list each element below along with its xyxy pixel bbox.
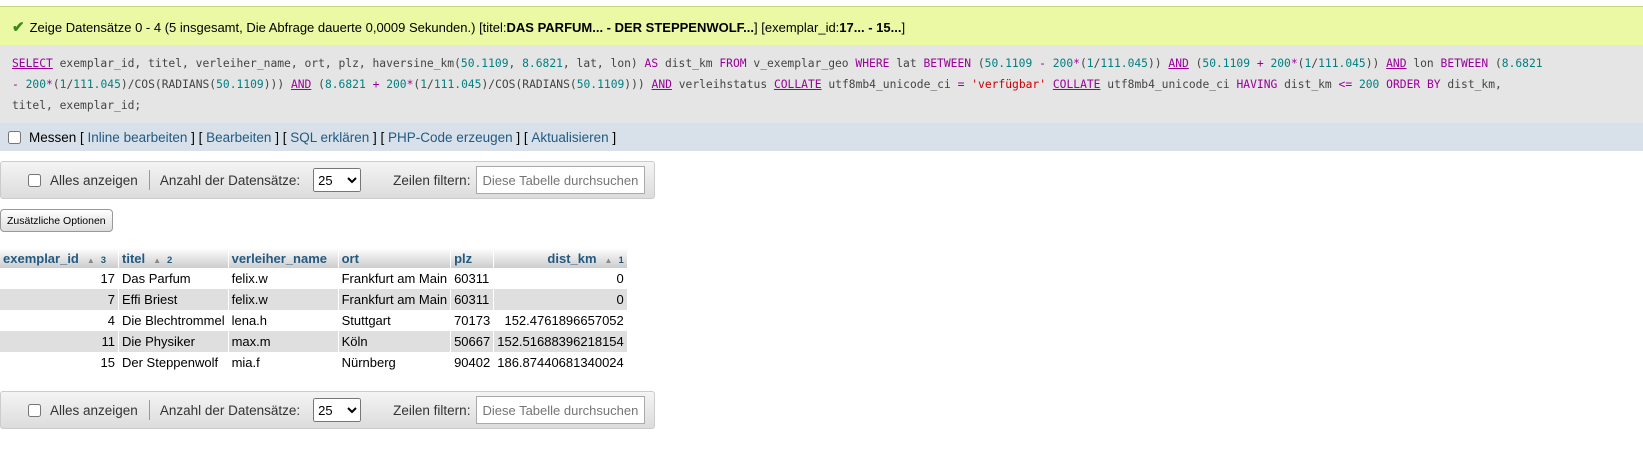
profiling-checkbox[interactable] xyxy=(8,130,21,144)
table-row[interactable]: 11 Die Physiker max.m Köln 50667 152.51688396… xyxy=(0,331,628,352)
cell-ort: Köln xyxy=(338,331,452,352)
table-row[interactable]: 17 Das Parfum felix.w Frankfurt am Main 6031… xyxy=(0,268,628,289)
check-icon: ✔ xyxy=(12,19,25,36)
cell-verleiher-name: max.m xyxy=(228,331,339,352)
cell-ort: Nürnberg xyxy=(338,352,452,373)
message-suffix: ] xyxy=(901,19,906,35)
navigation-bar-bottom: Alles anzeigen Anzahl der Datensätze: 25… xyxy=(0,391,655,429)
divider xyxy=(148,170,150,190)
filter-label: Zeilen filtern: xyxy=(393,402,471,418)
show-all-label: Alles anzeigen xyxy=(50,402,138,418)
cell-ort: Frankfurt am Main xyxy=(338,289,452,310)
extra-options-button[interactable]: Zusätzliche Optionen xyxy=(0,209,113,232)
cell-titel: Der Steppenwolf xyxy=(118,352,229,373)
sql-line-2: - 200*(1/111.045)/COS(RADIANS(50.1109)))… xyxy=(12,78,1502,91)
cell-exemplar-id: 4 xyxy=(0,310,119,331)
show-all-checkbox[interactable] xyxy=(28,173,41,187)
table-row[interactable]: 15 Der Steppenwolf mia.f Nürnberg 90402 186.8… xyxy=(0,352,628,373)
cell-plz: 90402 xyxy=(450,352,495,373)
edit-link[interactable]: Bearbeiten xyxy=(206,130,271,145)
rows-select[interactable]: 25 xyxy=(313,168,362,192)
rows-label: Anzahl der Datensätze: xyxy=(159,402,301,418)
rows-label: Anzahl der Datensätze: xyxy=(159,172,301,188)
cell-plz: 70173 xyxy=(450,310,495,331)
cell-verleiher-name: mia.f xyxy=(228,352,339,373)
table-header-row: exemplar_id ▲ 3 titel ▲ 2 verleiher_name ort… xyxy=(0,248,628,268)
message-titel-range: DAS PARFUM... - DER STEPPENWOLF... xyxy=(506,19,755,35)
table-row[interactable]: 4 Die Blechtrommel lena.h Stuttgart 70173 152… xyxy=(0,310,628,331)
cell-verleiher-name: felix.w xyxy=(228,268,339,289)
cell-exemplar-id: 17 xyxy=(0,268,119,289)
cell-titel: Die Physiker xyxy=(118,331,229,352)
filter-input[interactable] xyxy=(476,396,646,424)
cell-exemplar-id: 15 xyxy=(0,352,119,373)
show-all-checkbox[interactable] xyxy=(28,403,41,417)
refresh-link[interactable]: Aktualisieren xyxy=(531,130,608,145)
rows-select[interactable]: 25 xyxy=(313,398,362,422)
cell-dist-km: 0 xyxy=(493,268,628,289)
cell-ort: Frankfurt am Main xyxy=(338,268,452,289)
cell-dist-km: 186.87440681340024 xyxy=(493,352,628,373)
cell-dist-km: 0 xyxy=(493,289,628,310)
message-prefix: Zeige Datensätze 0 - 4 (5 insgesamt, Die… xyxy=(29,19,507,35)
cell-titel: Das Parfum xyxy=(118,268,229,289)
column-header-titel[interactable]: titel ▲ 2 xyxy=(118,248,229,268)
cell-titel: Die Blechtrommel xyxy=(118,310,229,331)
inline-edit-link[interactable]: Inline bearbeiten xyxy=(88,130,188,145)
query-action-bar: Messen [ Inline bearbeiten ] [ Bearbeite… xyxy=(0,123,1643,151)
cell-exemplar-id: 11 xyxy=(0,331,119,352)
sql-line-1: SELECT exemplar_id, titel, verleiher_nam… xyxy=(12,57,1543,70)
cell-titel: Effi Briest xyxy=(118,289,229,310)
success-message: ✔ Zeige Datensätze 0 - 4 (5 insgesamt, D… xyxy=(0,6,1643,48)
filter-input[interactable] xyxy=(476,166,646,194)
sort-asc-icon: ▲ xyxy=(86,255,95,265)
cell-plz: 60311 xyxy=(450,289,495,310)
message-id-range: 17... - 15... xyxy=(839,19,902,35)
cell-ort: Stuttgart xyxy=(338,310,452,331)
table-row[interactable]: 7 Effi Briest felix.w Frankfurt am Main 6031… xyxy=(0,289,628,310)
column-header-ort[interactable]: ort xyxy=(338,248,452,268)
message-middle: ] [exemplar_id: xyxy=(754,19,840,35)
sort-asc-icon: ▲ xyxy=(604,255,613,265)
cell-plz: 50667 xyxy=(450,331,495,352)
column-header-dist-km[interactable]: dist_km ▲ 1 xyxy=(493,248,628,268)
php-code-link[interactable]: PHP-Code erzeugen xyxy=(388,130,513,145)
column-header-exemplar-id[interactable]: exemplar_id ▲ 3 xyxy=(0,248,119,268)
column-header-verleiher-name[interactable]: verleiher_name xyxy=(228,248,339,268)
sql-query: SELECT exemplar_id, titel, verleiher_nam… xyxy=(0,45,1643,123)
divider xyxy=(148,400,150,420)
sql-line-3: titel, exemplar_id; xyxy=(12,99,142,112)
cell-exemplar-id: 7 xyxy=(0,289,119,310)
show-all-label: Alles anzeigen xyxy=(50,172,138,188)
cell-dist-km: 152.51688396218154 xyxy=(493,331,628,352)
cell-verleiher-name: lena.h xyxy=(228,310,339,331)
filter-label: Zeilen filtern: xyxy=(393,172,471,188)
profiling-label: Messen xyxy=(29,129,77,145)
navigation-bar-top: Alles anzeigen Anzahl der Datensätze: 25… xyxy=(0,161,655,199)
cell-verleiher-name: felix.w xyxy=(228,289,339,310)
cell-dist-km: 152.4761896657052 xyxy=(493,310,628,331)
results-table: exemplar_id ▲ 3 titel ▲ 2 verleiher_name ort… xyxy=(0,248,628,373)
sort-asc-icon: ▲ xyxy=(153,255,162,265)
column-header-plz[interactable]: plz xyxy=(450,248,495,268)
cell-plz: 60311 xyxy=(450,268,495,289)
explain-sql-link[interactable]: SQL erklären xyxy=(290,130,369,145)
